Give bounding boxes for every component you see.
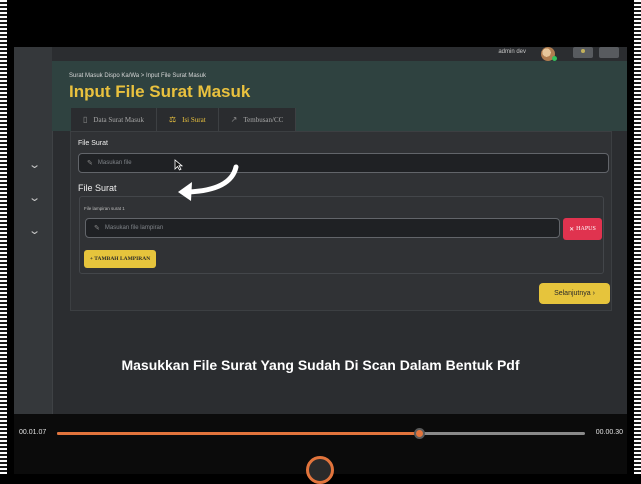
attachment-label: File lampiran surat 1 — [84, 206, 125, 211]
film-edge-left — [0, 0, 7, 474]
tab-label: Isi Surat — [182, 115, 206, 124]
chevron-down-icon[interactable]: ⌄ — [28, 193, 41, 204]
pencil-icon: ✎ — [94, 225, 100, 232]
tab-label: Tembusan/CC — [243, 115, 284, 124]
pencil-icon: ✎ — [87, 160, 93, 167]
attachments-heading: File Surat — [78, 183, 117, 193]
breadcrumb[interactable]: Surat Masuk Dispo Ka/Wa > Input File Sur… — [69, 73, 206, 79]
progress-track[interactable] — [57, 428, 585, 439]
next-button[interactable]: Selanjutnya › — [539, 283, 610, 304]
current-time: 00.01.07 — [19, 429, 47, 436]
document-icon: ▯ — [83, 115, 88, 124]
file-surat-label: File Surat — [78, 140, 108, 147]
notification-button[interactable] — [573, 47, 593, 58]
tab-isi-surat[interactable]: ⚖ Isi Surat — [156, 108, 219, 131]
tab-data-surat-masuk[interactable]: ▯ Data Surat Masuk — [71, 108, 157, 131]
form-card: File Surat ✎ Masukan file File Surat Fil… — [70, 131, 612, 311]
player-controls: 00.01.07 00.00.30 — [14, 414, 627, 484]
close-icon: ✕ — [569, 226, 575, 233]
scale-icon: ⚖ — [168, 115, 177, 124]
delete-label: HAPUS — [576, 226, 596, 232]
chevron-down-icon[interactable]: ⌄ — [28, 226, 41, 237]
chevron-down-icon[interactable]: ⌄ — [28, 160, 41, 171]
menu-button[interactable] — [599, 47, 619, 58]
tab-bar: ▯ Data Surat Masuk ⚖ Isi Surat ↗ Tembusa… — [71, 108, 297, 131]
attachment-input[interactable]: ✎ Masukan file lampiran — [85, 218, 560, 238]
video-frame: ⌄ ⌄ ⌄ admin dev Surat Masuk Dispo Ka/Wa … — [14, 0, 627, 484]
mouse-cursor-icon — [174, 159, 183, 171]
app-screen: ⌄ ⌄ ⌄ admin dev Surat Masuk Dispo Ka/Wa … — [14, 47, 627, 414]
page-title: Input File Surat Masuk — [69, 82, 251, 101]
tutorial-arrow-icon — [178, 164, 239, 201]
tab-label: Data Surat Masuk — [93, 115, 144, 124]
tab-tembusan-cc[interactable]: ↗ Tembusan/CC — [218, 108, 297, 131]
user-name: admin dev — [498, 49, 526, 55]
attachment-placeholder: Masukan file lampiran — [104, 225, 164, 231]
topbar: admin dev — [52, 47, 627, 61]
attachment-group: File lampiran surat 1 ✎ Masukan file lam… — [79, 196, 604, 274]
progress-knob[interactable] — [413, 428, 425, 439]
file-surat-input[interactable]: ✎ Masukan file — [78, 153, 609, 173]
bell-icon — [581, 49, 585, 53]
video-caption: Masukkan File Surat Yang Sudah Di Scan D… — [121, 357, 520, 373]
file-surat-placeholder: Masukan file — [97, 160, 132, 166]
progress-fill — [57, 432, 419, 435]
add-attachment-button[interactable]: + TAMBAH LAMPIRAN — [84, 250, 156, 268]
duration-time: 00.00.30 — [595, 429, 623, 436]
play-button[interactable] — [306, 456, 334, 484]
delete-attachment-button[interactable]: ✕ HAPUS — [563, 218, 602, 240]
share-arrow-icon: ↗ — [230, 115, 238, 124]
film-edge-right — [634, 0, 641, 474]
